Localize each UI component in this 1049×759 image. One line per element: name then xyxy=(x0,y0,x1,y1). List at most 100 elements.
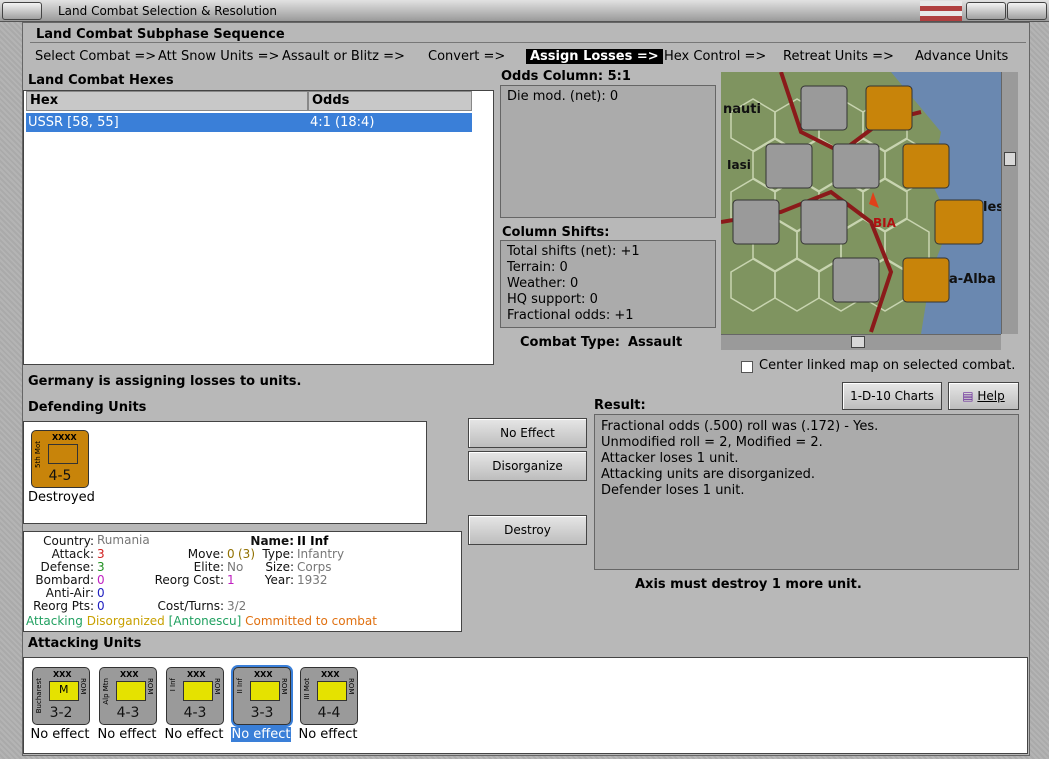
type-label: Type: xyxy=(262,547,294,561)
no-effect-button[interactable]: No Effect xyxy=(468,418,587,448)
charts-button[interactable]: 1-D-10 Charts xyxy=(842,382,942,410)
unit-strength: 4-3 xyxy=(116,705,140,721)
shift-terrain: Terrain: 0 xyxy=(507,260,568,275)
result-line: Unmodified roll = 2, Modified = 2. xyxy=(601,435,823,450)
unit-size: XXX xyxy=(187,670,206,679)
attacker-caption: No effect xyxy=(164,727,224,742)
seq-assign-losses[interactable]: Assign Losses => xyxy=(526,49,663,64)
unit-name: III Mot xyxy=(303,678,311,700)
seq-assault-blitz[interactable]: Assault or Blitz => xyxy=(282,49,405,64)
attacker-counter[interactable]: XXX I Inf ROM 4-3 xyxy=(166,667,224,725)
table-row[interactable]: USSR [58, 55] 4:1 (18:4) xyxy=(26,113,472,132)
disorganize-button[interactable]: Disorganize xyxy=(468,451,587,481)
map-label-nauti: nauti xyxy=(723,102,761,117)
unit-strength: 3-2 xyxy=(49,705,73,721)
unit-symbol-icon xyxy=(250,681,280,701)
year-label: Year: xyxy=(264,573,294,587)
combat-type-label: Combat Type: xyxy=(520,335,620,350)
unit-size: XXX xyxy=(321,670,340,679)
attacker-caption: No effect xyxy=(298,727,358,742)
unit-size: XXX xyxy=(120,670,139,679)
result-line: Attacking units are disorganized. xyxy=(601,467,815,482)
attacker-counter[interactable]: XXX III Mot ROM 4-4 xyxy=(300,667,358,725)
unit-strength: 3-3 xyxy=(250,705,274,721)
bombard-label: Bombard: xyxy=(35,573,94,587)
seq-retreat-units[interactable]: Retreat Units => xyxy=(783,49,894,64)
status-disorganized: Disorganized xyxy=(86,614,165,628)
seq-att-snow[interactable]: Att Snow Units => xyxy=(158,49,279,64)
row-hex: USSR [58, 55] xyxy=(28,115,119,130)
map-vscroll-thumb[interactable] xyxy=(1004,152,1016,166)
seq-select-combat[interactable]: Select Combat => xyxy=(35,49,156,64)
unit-size: XXXX xyxy=(52,433,77,442)
status-hq: [Antonescu] xyxy=(168,614,242,628)
shift-weather: Weather: 0 xyxy=(507,276,579,291)
map-label-bia: BIA xyxy=(873,216,896,230)
map-hscrollbar[interactable] xyxy=(721,334,1001,350)
unit-symbol-icon: M xyxy=(49,681,79,701)
reorg-value: 0 xyxy=(97,599,105,613)
unit-symbol-icon xyxy=(183,681,213,701)
cost-turns-value: 3/2 xyxy=(227,599,247,613)
defender-caption: Destroyed xyxy=(28,490,95,505)
destroy-button[interactable]: Destroy xyxy=(468,515,587,545)
result-panel: Fractional odds (.500) roll was (.172) -… xyxy=(594,414,1019,570)
result-footer: Axis must destroy 1 more unit. xyxy=(635,577,862,592)
odds-panel: Die mod. (net): 0 xyxy=(500,85,716,218)
country-value: Rumania xyxy=(97,533,150,547)
row-odds: 4:1 (18:4) xyxy=(310,115,375,130)
result-line: Attacker loses 1 unit. xyxy=(601,451,739,466)
shift-fractional: Fractional odds: +1 xyxy=(507,308,634,323)
help-book-icon: ▤ xyxy=(962,389,978,403)
sequence-title: Land Combat Subphase Sequence xyxy=(36,27,285,42)
col-hex[interactable]: Hex xyxy=(26,91,308,111)
result-title: Result: xyxy=(594,398,646,413)
attack-value: 3 xyxy=(97,547,105,561)
unit-symbol-icon xyxy=(317,681,347,701)
shift-hq: HQ support: 0 xyxy=(507,292,598,307)
unit-symbol-text: M xyxy=(59,683,69,696)
status-attacking: Attacking xyxy=(26,614,83,628)
map-label-iasi: Iasi xyxy=(727,158,751,172)
seq-hex-control[interactable]: Hex Control => xyxy=(664,49,766,64)
system-menu-button[interactable] xyxy=(2,2,42,20)
window-title: Land Combat Selection & Resolution xyxy=(58,4,277,18)
help-label: Help xyxy=(977,389,1005,403)
nation-flag-icon xyxy=(920,1,962,21)
antiair-value: 0 xyxy=(97,586,105,600)
country-label: Country: xyxy=(43,534,94,548)
unit-name: II Inf xyxy=(236,678,244,694)
shifts-panel: Total shifts (net): +1 Terrain: 0 Weathe… xyxy=(500,240,716,328)
attacker-caption: No effect xyxy=(231,727,291,742)
odds-title: Odds Column: 5:1 xyxy=(501,69,631,84)
map-label-alba: a-Alba xyxy=(949,272,996,287)
help-button[interactable]: ▤ Help xyxy=(948,382,1019,410)
attacking-units-panel: XXX Bucharest ROM M 3-2 No effect XXX Al… xyxy=(23,657,1028,754)
hexes-title: Land Combat Hexes xyxy=(28,73,174,88)
defending-units-panel: XXXX 5th Mot 4-5 Destroyed xyxy=(23,421,427,524)
seq-advance-units[interactable]: Advance Units xyxy=(915,49,1008,64)
unit-size: XXX xyxy=(53,670,72,679)
col-odds[interactable]: Odds xyxy=(308,91,472,111)
seq-convert[interactable]: Convert => xyxy=(428,49,505,64)
attacker-counter-selected[interactable]: XXX II Inf ROM 3-3 xyxy=(233,667,291,725)
map-vscrollbar[interactable] xyxy=(1001,72,1018,334)
map-label-les: les xyxy=(983,200,1001,215)
map-hscroll-thumb[interactable] xyxy=(851,336,865,348)
result-line: Defender loses 1 unit. xyxy=(601,483,745,498)
shifts-title: Column Shifts: xyxy=(502,225,610,240)
defense-label: Defense: xyxy=(40,560,94,574)
attacker-counter[interactable]: XXX Bucharest ROM M 3-2 xyxy=(32,667,90,725)
status-text: Germany is assigning losses to units. xyxy=(28,374,302,389)
unit-strength: 4-5 xyxy=(48,468,72,484)
center-linked-label: Center linked map on selected combat. xyxy=(759,358,1016,373)
minimize-button[interactable] xyxy=(966,2,1006,20)
mini-map[interactable]: nauti Iasi BIA les a-Alba xyxy=(721,72,1001,334)
year-value: 1932 xyxy=(297,573,328,587)
defender-counter[interactable]: XXXX 5th Mot 4-5 xyxy=(31,430,89,488)
center-linked-checkbox[interactable] xyxy=(741,361,753,373)
die-mod: Die mod. (net): 0 xyxy=(507,89,619,104)
close-button[interactable] xyxy=(1007,2,1047,20)
attacker-counter[interactable]: XXX Alp Mtn ROM 4-3 xyxy=(99,667,157,725)
attacker-caption: No effect xyxy=(97,727,157,742)
